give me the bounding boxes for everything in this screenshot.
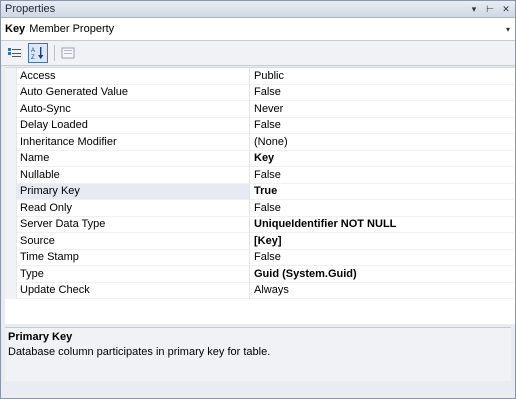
property-name[interactable]: Update Check [17, 282, 250, 299]
property-row[interactable]: Update Check Always [5, 282, 515, 299]
property-name[interactable]: Nullable [17, 167, 250, 184]
row-gutter [5, 84, 17, 101]
property-name[interactable]: Delay Loaded [17, 117, 250, 134]
svg-text:A: A [31, 48, 35, 54]
categorized-button[interactable] [5, 43, 25, 63]
property-row[interactable]: Type Guid (System.Guid) [5, 266, 515, 283]
property-value[interactable]: Public [250, 68, 515, 85]
row-gutter [5, 183, 17, 200]
property-row[interactable]: Source [Key] [5, 233, 515, 250]
description-pane: Primary Key Database column participates… [5, 327, 511, 381]
row-gutter [5, 117, 17, 134]
selected-object-type: Member Property [29, 23, 115, 35]
property-name[interactable]: Type [17, 266, 250, 283]
property-name[interactable]: Primary Key [17, 183, 250, 200]
property-row[interactable]: Server Data Type UniqueIdentifier NOT NUL… [5, 216, 515, 233]
property-row[interactable]: Nullable False [5, 167, 515, 184]
alphabetical-button[interactable]: A Z [28, 43, 48, 63]
property-row[interactable]: Time Stamp False [5, 249, 515, 266]
property-name[interactable]: Access [17, 68, 250, 85]
window-position-dropdown-icon[interactable]: ▾ [467, 2, 481, 16]
property-name[interactable]: Read Only [17, 200, 250, 217]
property-value[interactable]: False [250, 167, 515, 184]
property-pages-icon [61, 47, 75, 59]
pin-icon[interactable]: ⊢ [483, 2, 497, 16]
property-value[interactable]: False [250, 200, 515, 217]
property-value[interactable]: True [250, 184, 515, 200]
window-title: Properties [5, 3, 56, 15]
property-value[interactable]: Guid (System.Guid) [250, 266, 515, 283]
properties-toolbar: A Z [1, 41, 515, 66]
selected-object-name: Key [5, 23, 26, 35]
description-text: Database column participates in primary … [8, 346, 271, 358]
property-value[interactable]: [Key] [250, 233, 515, 250]
row-gutter [5, 167, 17, 184]
toolbar-separator [54, 45, 55, 61]
properties-window: Properties ▾ ⊢ ✕ Key Member Property ▾ A… [0, 0, 516, 399]
row-gutter [5, 282, 17, 299]
property-row[interactable]: Inheritance Modifier (None) [5, 134, 515, 151]
property-grid: Access Public Auto Generated Value False Aut… [5, 67, 515, 324]
property-pages-button[interactable] [58, 43, 78, 63]
row-gutter [5, 249, 17, 266]
row-gutter [5, 233, 17, 250]
row-gutter [5, 134, 17, 151]
alphabetical-icon: A Z [31, 47, 44, 60]
row-gutter [5, 200, 17, 217]
property-name[interactable]: Source [17, 233, 250, 250]
property-row[interactable]: Auto-Sync Never [5, 101, 515, 118]
chevron-down-icon[interactable]: ▾ [501, 25, 515, 34]
row-gutter [5, 150, 17, 167]
property-row[interactable]: Delay Loaded False [5, 117, 515, 134]
property-row[interactable]: Primary Key True [5, 183, 515, 200]
row-gutter [5, 266, 17, 283]
property-value[interactable]: Key [250, 151, 515, 167]
property-name[interactable]: Inheritance Modifier [17, 134, 250, 151]
row-gutter [5, 216, 17, 233]
property-value[interactable]: Never [250, 101, 515, 118]
property-row[interactable]: Access Public [5, 68, 515, 85]
property-name[interactable]: Time Stamp [17, 249, 250, 266]
property-name[interactable]: Auto Generated Value [17, 84, 250, 101]
property-value[interactable]: (None) [250, 134, 515, 151]
categorized-icon [8, 48, 21, 57]
property-value[interactable]: UniqueIdentifier NOT NULL [250, 217, 515, 233]
property-value[interactable]: False [250, 85, 515, 101]
title-bar: Properties ▾ ⊢ ✕ [1, 1, 515, 18]
property-name[interactable]: Name [17, 150, 250, 167]
object-selector[interactable]: Key Member Property ▾ [1, 18, 515, 41]
property-row[interactable]: Read Only False [5, 200, 515, 217]
property-value[interactable]: Always [250, 283, 515, 299]
property-row[interactable]: Auto Generated Value False [5, 84, 515, 101]
property-name[interactable]: Auto-Sync [17, 101, 250, 118]
property-value[interactable]: False [250, 118, 515, 134]
property-value[interactable]: False [250, 250, 515, 266]
description-title: Primary Key [8, 331, 73, 343]
svg-text:Z: Z [31, 55, 35, 60]
row-gutter [5, 101, 17, 118]
close-icon[interactable]: ✕ [499, 2, 513, 16]
property-row[interactable]: Name Key [5, 150, 515, 167]
property-name[interactable]: Server Data Type [17, 216, 250, 233]
row-gutter [5, 68, 17, 85]
